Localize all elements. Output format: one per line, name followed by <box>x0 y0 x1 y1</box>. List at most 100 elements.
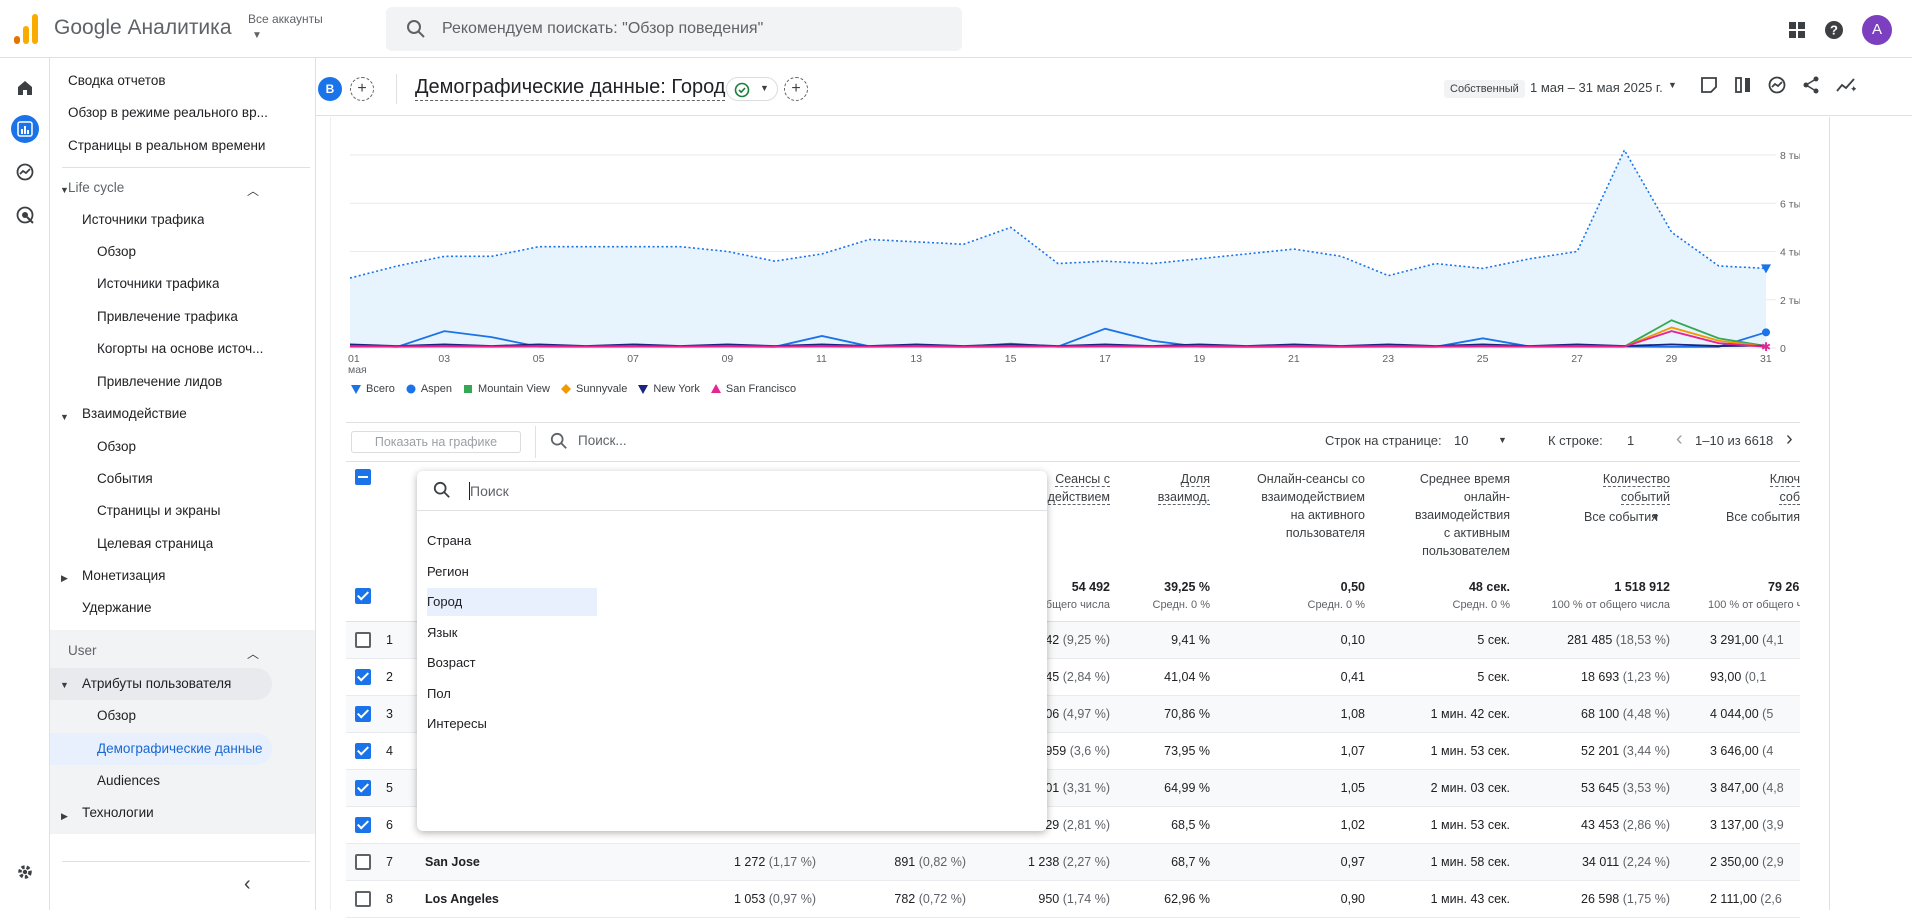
table-row[interactable]: 7 San Jose 1 272 (1,17 %) 891 (0,82 %) 1 238… <box>346 844 1800 881</box>
settings-gear-icon[interactable] <box>11 858 39 886</box>
collapse-nav-icon[interactable]: ‹ <box>244 873 251 896</box>
legend-item-new-york[interactable]: New York <box>637 383 700 395</box>
nav-pages-screens[interactable]: Страницы и экраны <box>97 495 220 527</box>
col-engagement-rate[interactable]: Доля взаимод. <box>1120 470 1210 506</box>
anomaly-icon[interactable]: ✦ <box>1836 76 1856 94</box>
caret-right-icon[interactable]: ▶ <box>61 811 68 822</box>
avatar[interactable]: A <box>1862 15 1892 45</box>
event-filter-caret-icon[interactable]: ▼ <box>1648 508 1660 526</box>
legend-item-sunnyvale[interactable]: Sunnyvale <box>560 383 627 395</box>
caret-down-icon[interactable]: ▼ <box>60 412 69 422</box>
nav-section-user[interactable]: User <box>68 635 97 667</box>
goto-row-input[interactable]: 1 <box>1627 433 1634 448</box>
dimension-option[interactable]: Интересы <box>427 710 597 738</box>
rows-caret-icon[interactable]: ▼ <box>1498 435 1507 445</box>
show-on-chart-button[interactable]: Показать на графике <box>351 431 521 453</box>
share-icon[interactable] <box>1802 76 1820 94</box>
nav-demographics[interactable]: Демографические данные <box>97 733 263 765</box>
nav-audiences[interactable]: Audiences <box>97 765 160 797</box>
legend-item-san-francisco[interactable]: San Francisco <box>710 383 796 395</box>
cell-engagement-rate: 68,7 % <box>1171 855 1210 869</box>
report-status-chip[interactable]: ▼ <box>726 77 778 101</box>
row-checkbox[interactable] <box>355 854 371 870</box>
comparison-chip[interactable]: B <box>318 77 342 101</box>
col-engaged-sessions-per-user[interactable]: Онлайн-сеансы со взаимодействием на активн… <box>1225 470 1365 542</box>
dimension-option[interactable]: Город <box>427 588 597 616</box>
add-filter-icon[interactable]: + <box>784 77 808 101</box>
col-key-events[interactable]: Ключ соб <box>1700 470 1800 506</box>
nav-traffic-sources[interactable]: Источники трафика <box>82 204 204 236</box>
home-icon[interactable] <box>11 74 39 102</box>
cell-key-events-pct: (4 <box>1762 744 1774 758</box>
legend-item-mountain-view[interactable]: Mountain View <box>462 383 550 395</box>
nav-user-overview[interactable]: Обзор <box>97 700 136 732</box>
nav-traffic-overview[interactable]: Обзор <box>97 236 136 268</box>
nav-engagement-overview[interactable]: Обзор <box>97 431 136 463</box>
nav-lead-acquisition[interactable]: Привлечение лидов <box>97 366 222 398</box>
explore-icon[interactable] <box>11 158 39 186</box>
dimension-search[interactable]: Поиск <box>417 471 1047 511</box>
x-tick-label: 09 <box>722 353 734 365</box>
caret-down-icon[interactable]: ▼ <box>60 185 69 195</box>
dimension-option[interactable]: Пол <box>427 680 597 708</box>
row-checkbox[interactable] <box>355 891 371 907</box>
add-comparison-icon[interactable]: + <box>350 77 374 101</box>
global-search[interactable]: Рекомендуем поискать: "Обзор поведения" <box>386 7 962 51</box>
chevron-up-icon[interactable]: ︿ <box>247 645 259 662</box>
rows-per-page-select[interactable]: 10 <box>1454 433 1468 448</box>
nav-monetization[interactable]: Монетизация <box>82 560 165 592</box>
nav-reports-snapshot[interactable]: Сводка отчетов <box>68 65 166 97</box>
col-event-count[interactable]: Количество событий <box>1530 470 1670 506</box>
row-checkbox[interactable] <box>355 780 371 796</box>
nav-technology[interactable]: Технологии <box>82 797 154 829</box>
legend-item-total[interactable]: Всего <box>350 383 395 395</box>
event-count-filter[interactable]: Все события <box>1540 508 1658 526</box>
dimension-option[interactable]: Регион <box>427 558 597 586</box>
advertising-icon[interactable] <box>11 201 39 229</box>
account-caret-icon[interactable]: ▼ <box>252 30 262 41</box>
analytics-logo-icon[interactable] <box>14 14 38 44</box>
nav-landing-page[interactable]: Целевая страница <box>97 528 213 560</box>
key-events-filter[interactable]: Все события <box>1700 508 1800 526</box>
cell-engaged-sessions-pct: (2,27 %) <box>1062 855 1110 869</box>
row-city[interactable]: Los Angeles <box>425 892 499 906</box>
date-caret-icon[interactable]: ▼ <box>1668 80 1677 90</box>
insights-icon[interactable] <box>1768 76 1786 94</box>
nav-events[interactable]: События <box>97 463 153 495</box>
edit-report-icon[interactable] <box>1700 76 1718 94</box>
row-checkbox[interactable] <box>355 706 371 722</box>
table-row[interactable]: 8 Los Angeles 1 053 (0,97 %) 782 (0,72 %) 95… <box>346 881 1800 918</box>
nav-realtime-overview[interactable]: Обзор в режиме реального вр... <box>68 97 284 129</box>
row-checkbox[interactable] <box>355 669 371 685</box>
nav-section-lifecycle[interactable]: Life cycle <box>68 172 124 204</box>
caret-down-icon[interactable]: ▼ <box>60 680 69 690</box>
prev-page-icon[interactable]: ‹ <box>1676 428 1683 451</box>
table-search-input[interactable]: Поиск... <box>578 433 627 448</box>
compare-icon[interactable] <box>1734 76 1752 94</box>
nav-realtime-pages[interactable]: Страницы в реальном времени <box>68 130 265 162</box>
row-city[interactable]: San Jose <box>425 855 480 869</box>
chevron-up-icon[interactable]: ︿ <box>247 182 259 199</box>
date-range[interactable]: 1 мая – 31 мая 2025 г. <box>1530 80 1663 95</box>
caret-right-icon[interactable]: ▶ <box>61 573 68 584</box>
nav-traffic-sources-item[interactable]: Источники трафика <box>97 268 219 300</box>
apps-grid-icon[interactable] <box>1788 21 1806 39</box>
dimension-option[interactable]: Язык <box>427 619 597 647</box>
row-checkbox[interactable] <box>355 817 371 833</box>
next-page-icon[interactable]: › <box>1786 428 1793 451</box>
totals-checkbox[interactable] <box>355 588 371 604</box>
row-checkbox[interactable] <box>355 632 371 648</box>
reports-icon[interactable] <box>11 115 39 143</box>
nav-engagement[interactable]: Взаимодействие <box>82 398 187 430</box>
col-avg-engagement-time[interactable]: Среднее время онлайн-взаимодействия с акти… <box>1380 470 1510 560</box>
dimension-option[interactable]: Страна <box>427 527 597 555</box>
nav-traffic-acquisition[interactable]: Привлечение трафика <box>97 301 238 333</box>
help-icon[interactable]: ? <box>1824 20 1844 40</box>
dimension-option[interactable]: Возраст <box>427 649 597 677</box>
nav-source-cohorts[interactable]: Когорты на основе источ... <box>97 333 272 365</box>
legend-item-aspen[interactable]: Aspen <box>405 383 452 395</box>
account-selector[interactable]: Все аккаунты <box>248 12 323 26</box>
nav-user-attributes[interactable]: Атрибуты пользователя <box>82 668 231 700</box>
nav-retention[interactable]: Удержание <box>82 592 151 624</box>
row-checkbox[interactable] <box>355 743 371 759</box>
